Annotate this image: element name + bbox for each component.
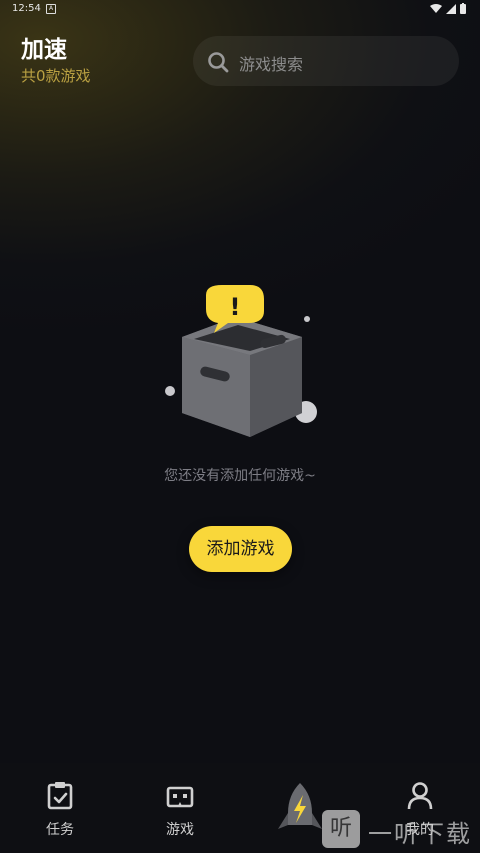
notification-a-icon: A [46, 4, 56, 14]
empty-box-illustration: ! [165, 285, 317, 437]
search-placeholder: 游戏搜索 [239, 55, 304, 74]
nav-item-tasks[interactable]: 任务 [20, 763, 100, 853]
game-count-subtitle: 共0款游戏 [21, 67, 91, 85]
nav-item-games[interactable]: 游戏 [140, 763, 220, 853]
watermark: 听 一听下载 [322, 808, 480, 853]
search-icon [208, 52, 229, 73]
wifi-icon [430, 3, 442, 13]
task-clipboard-icon [47, 782, 73, 810]
status-bar: 12:54 A [0, 0, 480, 18]
page-title: 加速 [21, 37, 67, 63]
watermark-logo: 听 [322, 810, 360, 848]
empty-message: 您还没有添加任何游戏~ [164, 468, 316, 484]
watermark-text: 一听下载 [368, 820, 472, 848]
battery-icon [460, 3, 466, 14]
profile-person-icon [407, 782, 433, 810]
rocket-boost-icon [278, 783, 322, 829]
nav-label-tasks: 任务 [46, 822, 74, 838]
signal-icon [446, 3, 456, 14]
status-icons [430, 3, 466, 14]
status-time: 12:54 [12, 3, 41, 14]
gamepad-icon [166, 786, 194, 808]
add-game-button[interactable]: 添加游戏 [189, 526, 292, 572]
nav-label-games: 游戏 [166, 822, 194, 838]
alert-badge-text: ! [230, 293, 241, 321]
search-bar[interactable]: 游戏搜索 [193, 36, 459, 86]
